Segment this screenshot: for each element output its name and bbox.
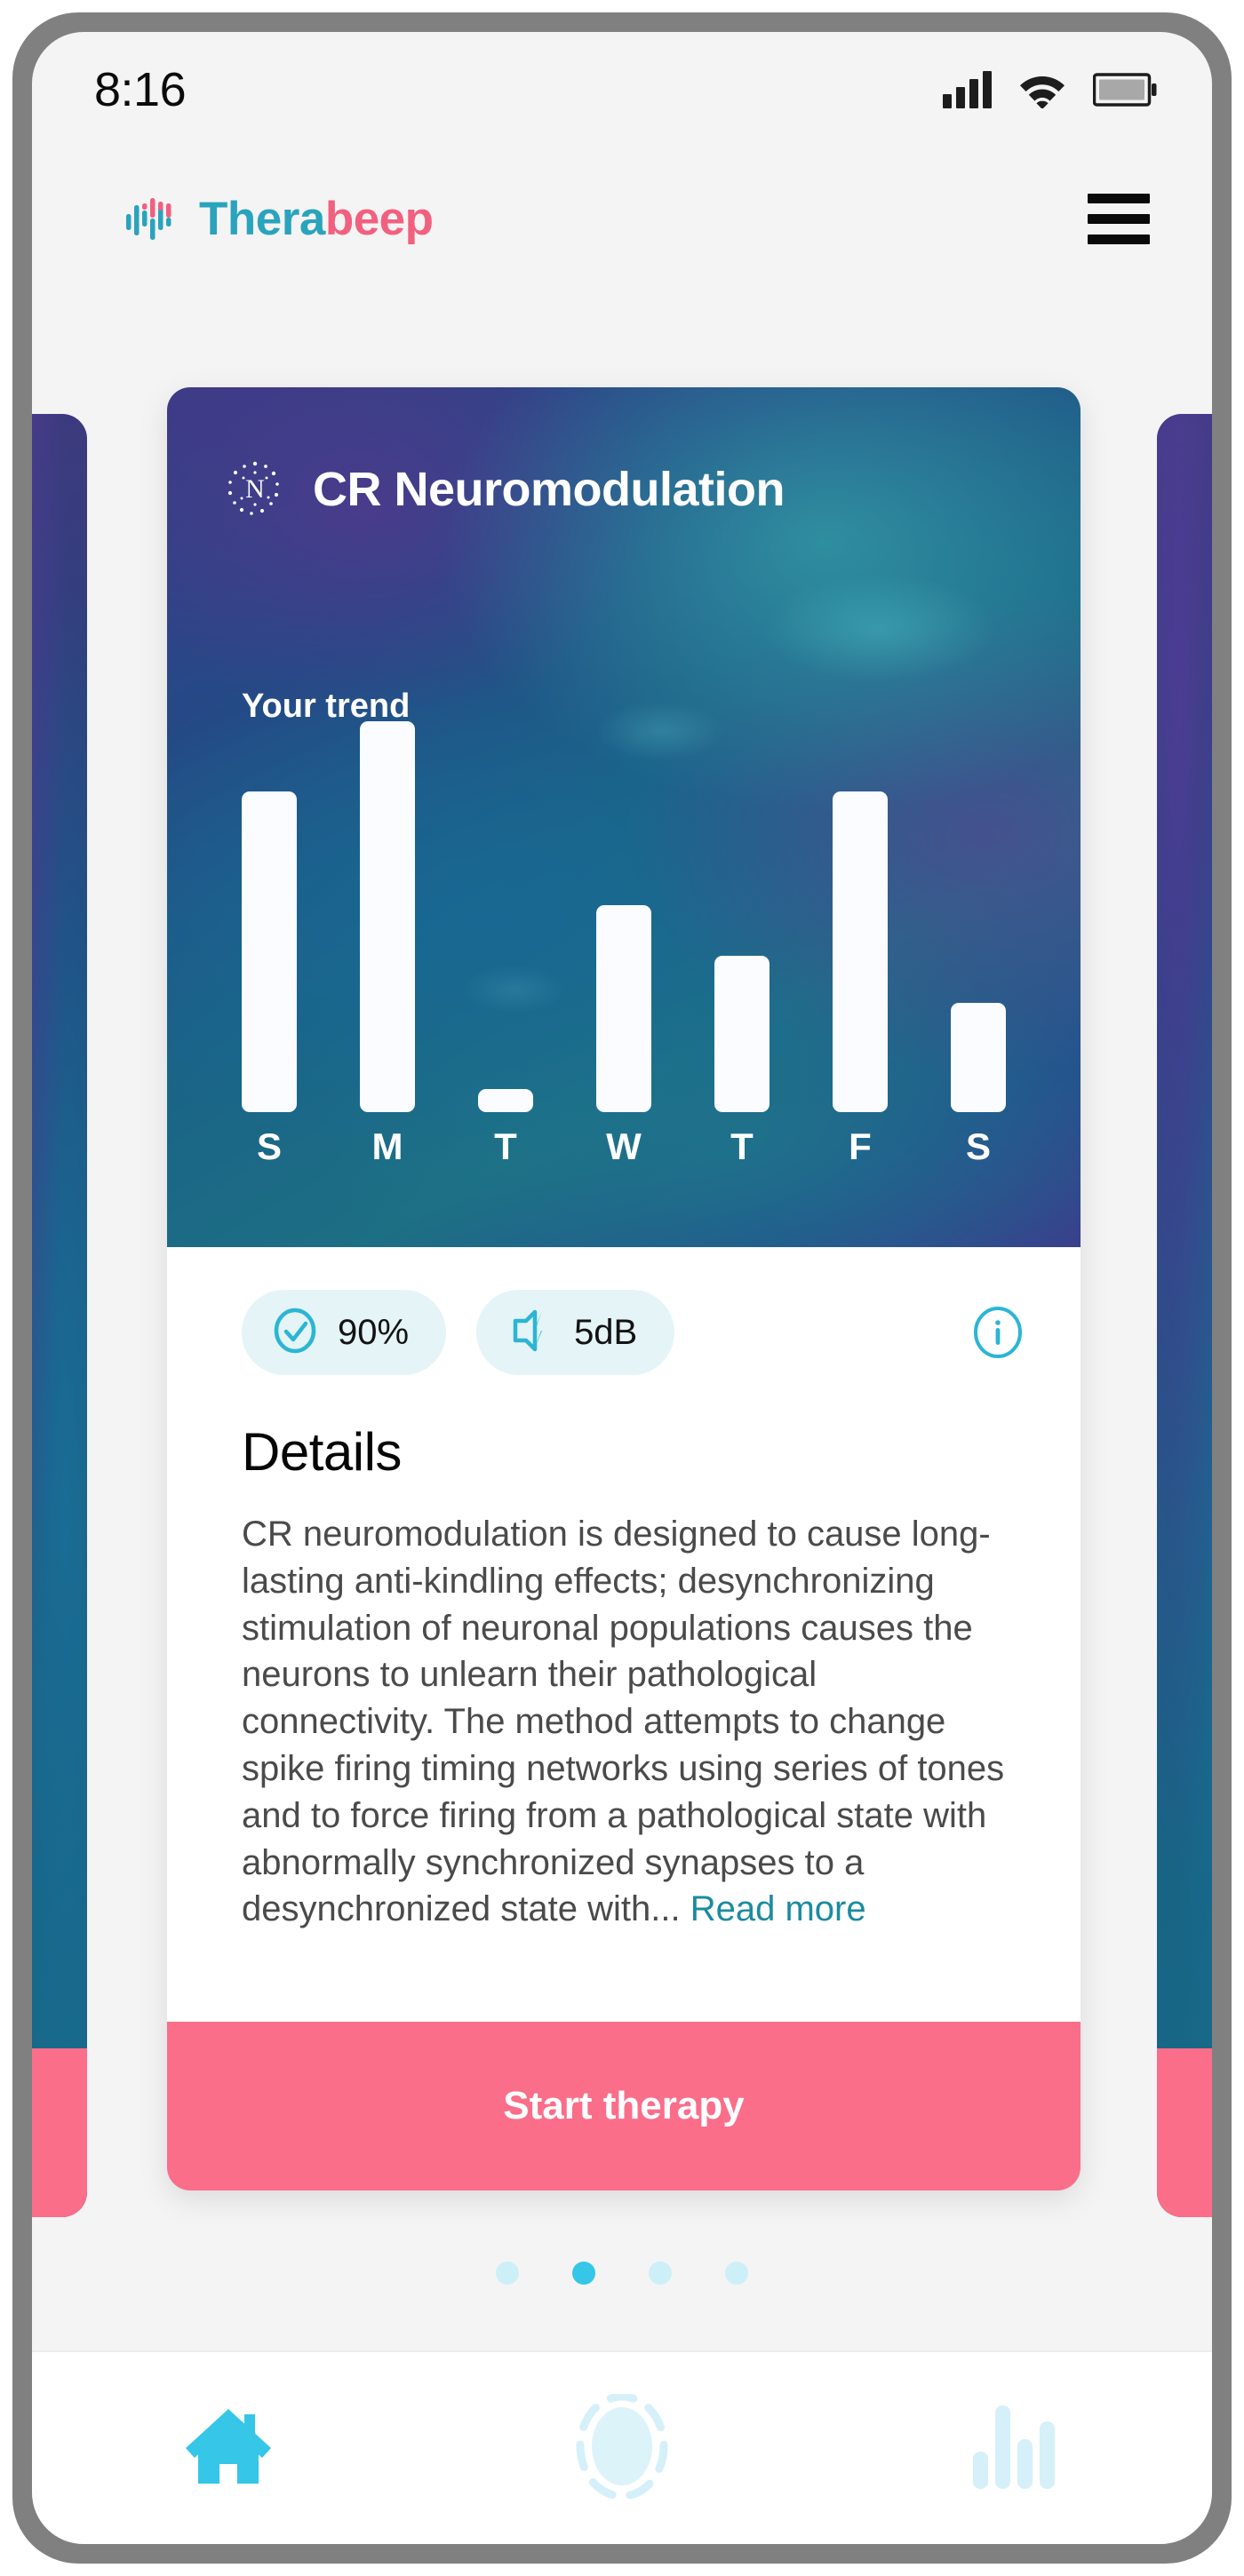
brand-logo[interactable]: Therabeep (124, 191, 434, 246)
check-circle-icon (272, 1308, 318, 1358)
read-more-link[interactable]: Read more (690, 1889, 866, 1928)
chart-bar (951, 1002, 1006, 1112)
neuro-n-emblem-icon: N (226, 460, 284, 519)
pagination-dot[interactable] (649, 2262, 672, 2285)
nav-item-home[interactable] (32, 2352, 426, 2544)
details-body-text: CR neuromodulation is designed to cause … (242, 1515, 1005, 1929)
speaker-bolt-icon (506, 1307, 554, 1359)
pagination-dot-active[interactable] (572, 2262, 595, 2285)
carousel-next-card-image (1157, 414, 1212, 2217)
phone-frame: 8:16 Therabeep N CR Neuromodulation Your… (12, 12, 1232, 2564)
card-hero: N CR Neuromodulation Your trend SMTWTFS (167, 387, 1081, 1247)
chart-bar-column: T (478, 1088, 533, 1167)
chart-bar (242, 791, 297, 1112)
chart-bar-label: F (849, 1125, 872, 1167)
chart-bar (714, 956, 770, 1112)
chart-bar-column: F (833, 791, 888, 1165)
app-header: Therabeep (32, 147, 1212, 290)
wifi-icon (1018, 71, 1066, 108)
chart-bar (833, 791, 888, 1112)
chart-bar-column: T (714, 956, 770, 1165)
status-clock: 8:16 (94, 63, 187, 116)
therapy-card: N CR Neuromodulation Your trend SMTWTFS (167, 387, 1081, 2190)
weekly-trend-chart: SMTWTFS (242, 704, 1006, 1165)
stats-row: 90% 5dB (167, 1247, 1081, 1375)
chart-bar-label: W (606, 1125, 642, 1167)
carousel-prev-card-cta (32, 2048, 87, 2217)
pagination-dot[interactable] (725, 2262, 748, 2285)
chart-bar-label: S (256, 1125, 282, 1167)
bottom-navigation (32, 2350, 1212, 2544)
details-heading: Details (242, 1422, 402, 1482)
chart-bar-label: M (371, 1125, 403, 1167)
adherence-value: 90% (338, 1312, 410, 1352)
chart-bar-label: T (730, 1125, 754, 1167)
page-title: CR Neuromodulation (313, 463, 785, 516)
signal-bars-icon (943, 71, 992, 108)
brand-name-part1: Thera (199, 192, 325, 245)
svg-text:N: N (245, 474, 265, 504)
card-title-row: N CR Neuromodulation (226, 460, 785, 519)
volume-pill[interactable]: 5dB (476, 1290, 675, 1375)
brand-name-part2: beep (324, 192, 434, 245)
pagination-dot[interactable] (496, 2262, 519, 2285)
status-bar: 8:16 (32, 32, 1212, 147)
nav-item-therapy[interactable] (426, 2352, 819, 2544)
carousel-next-card-cta (1157, 2048, 1212, 2217)
chart-bar-column: M (360, 721, 415, 1165)
carousel-prev-card[interactable] (32, 414, 87, 2217)
carousel-prev-card-image (32, 414, 87, 2217)
chart-bar-column: W (596, 904, 651, 1167)
stats-bars-icon (969, 2400, 1062, 2497)
carousel-next-card[interactable] (1157, 414, 1212, 2217)
chart-bar-column: S (242, 791, 297, 1165)
hamburger-menu-icon[interactable] (1081, 187, 1157, 251)
battery-icon (1093, 73, 1157, 107)
therapy-carousel[interactable]: N CR Neuromodulation Your trend SMTWTFS (32, 387, 1212, 2226)
details-body: CR neuromodulation is designed to cause … (242, 1511, 1006, 1933)
therapy-circle-icon (570, 2392, 674, 2503)
waveform-logo-icon (124, 191, 179, 246)
chart-bar (478, 1088, 533, 1112)
volume-value: 5dB (574, 1312, 638, 1352)
chart-bar-column: S (951, 1002, 1006, 1167)
brand-name: Therabeep (199, 192, 434, 246)
phone-screen: 8:16 Therabeep N CR Neuromodulation Your… (32, 32, 1212, 2544)
status-icons (943, 71, 1157, 108)
details-section: Details CR neuromodulation is designed t… (167, 1375, 1081, 1933)
nav-item-stats[interactable] (818, 2352, 1212, 2544)
carousel-pagination (32, 2262, 1212, 2285)
home-icon (180, 2402, 276, 2495)
chart-bar (360, 721, 415, 1112)
start-therapy-button[interactable]: Start therapy (167, 2022, 1081, 2190)
chart-bar (596, 904, 651, 1112)
chart-bar-label: S (965, 1125, 991, 1167)
info-circle-icon[interactable] (970, 1305, 1025, 1360)
chart-bar-label: T (494, 1125, 517, 1167)
adherence-pill[interactable]: 90% (242, 1290, 447, 1375)
